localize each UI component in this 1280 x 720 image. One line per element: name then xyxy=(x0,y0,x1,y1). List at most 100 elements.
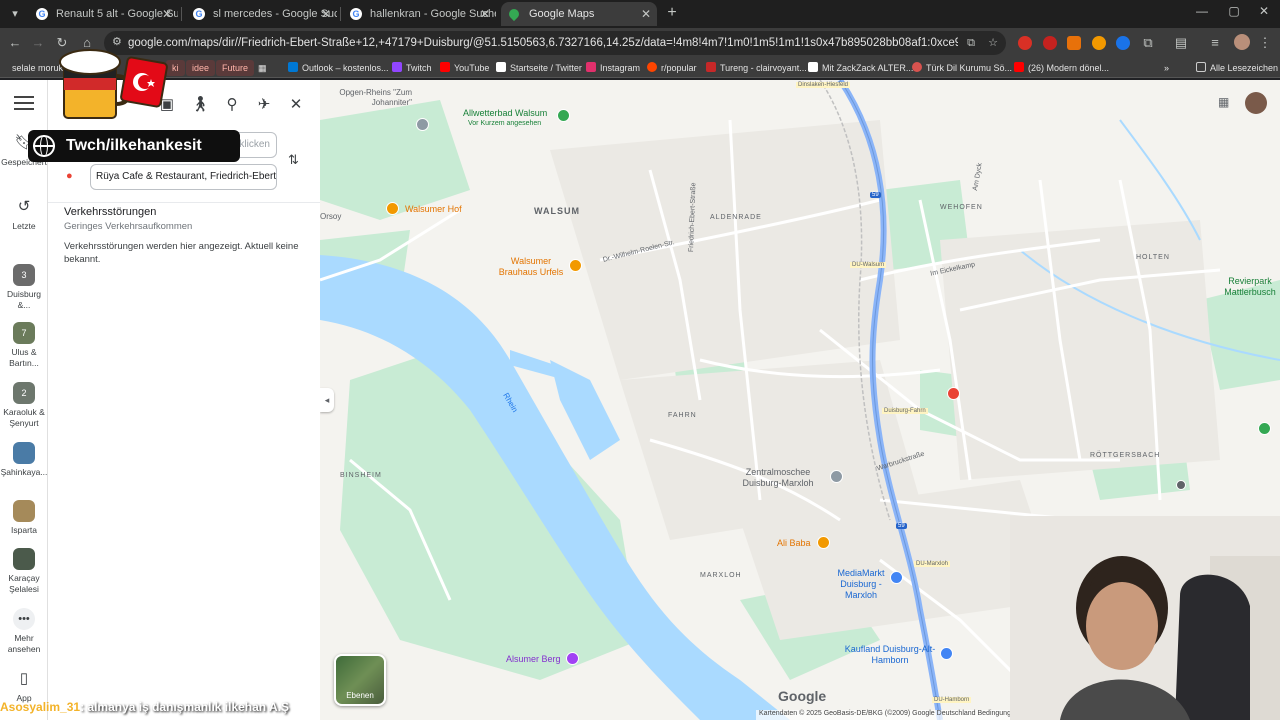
directions-panel: ▣ 🚶︎ ⚲ ✈ ✕ ...klicken ● Rüya Cafe & Rest… xyxy=(48,80,320,720)
poi-label: Walsumer Hof xyxy=(405,204,462,214)
swap-route-icon[interactable]: ⇅ xyxy=(288,152,299,168)
address-bar[interactable]: ⚙ google.com/maps/dir//Friedrich-Ebert-S… xyxy=(104,31,1006,55)
transit-poi-icon[interactable] xyxy=(1176,480,1186,490)
close-icon[interactable]: ✕ xyxy=(480,2,490,26)
more-bookmarks-icon[interactable]: » xyxy=(1164,60,1169,76)
bookmark-folder[interactable]: Future xyxy=(216,60,255,76)
extension-icon[interactable] xyxy=(1018,36,1032,50)
apps-grid-icon[interactable]: ▦ xyxy=(258,60,267,76)
close-icon[interactable]: ✕ xyxy=(162,2,172,26)
walking-icon[interactable]: 🚶︎ xyxy=(189,94,211,116)
all-bookmarks[interactable]: Alle Lesezeichen xyxy=(1196,60,1278,76)
traffic-subtitle: Geringes Verkehrsaufkommen xyxy=(64,221,193,232)
layers-label: Ebenen xyxy=(346,691,374,700)
forward-icon[interactable]: → xyxy=(29,34,47,52)
bookmark-folder[interactable]: selale moruk xyxy=(12,60,63,76)
bookmark-label: Mit ZackZack ALTER... xyxy=(822,63,914,73)
bookmark-youtube[interactable]: YouTube xyxy=(440,60,489,76)
bookmark-twitch[interactable]: Twitch xyxy=(392,60,432,76)
close-window-icon[interactable]: ✕ xyxy=(1252,4,1276,18)
tab-title: Renault 5 alt - Google Suche xyxy=(56,8,178,20)
rail-recent[interactable]: ↺ Letzte xyxy=(0,196,48,232)
poi-label: Zentralmoschee Duisburg-Marxloh xyxy=(742,467,814,488)
more-menu-icon[interactable]: ⋮ xyxy=(1256,34,1274,52)
shopping-poi-icon[interactable] xyxy=(940,647,953,660)
bookmark-instagram[interactable]: Instagram xyxy=(586,60,640,76)
extension-icon[interactable] xyxy=(1067,36,1081,50)
phone-icon: ▯ xyxy=(19,670,29,687)
collapse-panel-button[interactable]: ◂ xyxy=(320,388,334,412)
restaurant-poi-icon[interactable] xyxy=(386,202,399,215)
browser-window: ▾ Renault 5 alt - Google Suche ✕ sl merc… xyxy=(0,0,1280,720)
recent-place[interactable]: Karaçay Şelalesi xyxy=(0,548,48,595)
bookmark-tureng[interactable]: Tureng - clairvoyant... xyxy=(706,60,807,76)
bookmark-reddit[interactable]: r/popular xyxy=(647,60,697,76)
bookmarks-bar: selale moruk ki idee Future ▦ Outlook – … xyxy=(0,58,1280,78)
youtube-icon xyxy=(1014,62,1024,72)
poi-label: MediaMarkt Duisburg - Marxloh xyxy=(837,568,885,600)
profile-avatar[interactable] xyxy=(1234,34,1250,50)
extensions-puzzle-icon[interactable]: ⧉ xyxy=(1139,34,1157,52)
destination-input[interactable]: Rüya Cafe & Restaurant, Friedrich-Ebert- xyxy=(90,164,277,190)
globe-icon xyxy=(33,135,55,157)
tab-google-maps[interactable]: Google Maps ✕ xyxy=(501,2,657,26)
close-icon[interactable]: ✕ xyxy=(321,2,331,26)
bookmark-outlook[interactable]: Outlook – kostenlos... xyxy=(288,60,389,76)
chat-message: Asosyalim_31: almanya iş danışmanlık ilk… xyxy=(0,698,289,716)
bookmark-zackzack[interactable]: Mit ZackZack ALTER... xyxy=(808,60,913,76)
recent-place[interactable]: Şahinkaya... xyxy=(0,442,48,478)
place-thumbnail xyxy=(13,500,35,522)
bookmark-youtube-video[interactable]: (26) Modern dönel... xyxy=(1014,60,1109,76)
tab-renault[interactable]: Renault 5 alt - Google Suche ✕ xyxy=(28,2,178,26)
tab-mercedes[interactable]: sl mercedes - Google Suche ✕ xyxy=(185,2,337,26)
bookmark-twitter[interactable]: Startseite / Twitter xyxy=(496,60,582,76)
bicycle-icon[interactable]: ⚲ xyxy=(221,94,243,116)
close-directions-icon[interactable]: ✕ xyxy=(285,94,307,116)
side-panel-icon[interactable]: ▤ xyxy=(1172,34,1190,52)
hospital-poi-icon[interactable] xyxy=(947,387,960,400)
map-attribution[interactable]: Kartendaten © 2025 GeoBasis-DE/BKG (©200… xyxy=(756,710,1014,720)
extension-icon[interactable] xyxy=(1092,36,1106,50)
back-icon[interactable]: ← xyxy=(6,34,24,52)
bookmark-star-icon[interactable]: ☆ xyxy=(986,36,1000,50)
install-icon[interactable]: ⧉ xyxy=(964,36,978,50)
park-poi-icon[interactable] xyxy=(1258,422,1271,435)
recent-place[interactable]: 7 Ulus & Bartın... xyxy=(0,322,48,369)
media-icon[interactable]: ≡ xyxy=(1206,34,1224,52)
tab-search-icon[interactable]: ▾ xyxy=(6,5,24,23)
close-icon[interactable]: ✕ xyxy=(641,2,651,26)
extension-icon[interactable] xyxy=(1116,36,1130,50)
minimize-icon[interactable]: — xyxy=(1190,4,1214,18)
hamburger-menu-icon[interactable] xyxy=(14,96,34,110)
road-exit-label: DU-Walsum xyxy=(850,262,887,268)
bookmark-label: Türk Dil Kurumu Sö... xyxy=(926,63,1013,73)
new-tab-button[interactable]: + xyxy=(662,4,682,22)
landmark-poi-icon[interactable] xyxy=(566,652,579,665)
swimming-poi-icon[interactable] xyxy=(557,109,570,122)
poi-label: Alsumer Berg xyxy=(506,654,561,664)
chat-username: Asosyalim_31 xyxy=(0,700,81,714)
mosque-poi-icon[interactable] xyxy=(830,470,843,483)
zackzack-icon xyxy=(808,62,818,72)
bookmark-tdk[interactable]: Türk Dil Kurumu Sö... xyxy=(912,60,1012,76)
tab-strip: ▾ Renault 5 alt - Google Suche ✕ sl merc… xyxy=(0,0,1280,28)
rail-more[interactable]: ••• Mehr ansehen xyxy=(0,608,48,655)
layers-button[interactable]: Ebenen xyxy=(334,654,386,706)
google-apps-icon[interactable]: ▦ xyxy=(1218,96,1230,108)
recent-place[interactable]: 3 Duisburg &... xyxy=(0,264,48,311)
flight-icon[interactable]: ✈ xyxy=(253,94,275,116)
more-icon: ••• xyxy=(13,608,35,630)
restaurant-poi-icon[interactable] xyxy=(817,536,830,549)
restore-icon[interactable]: ▢ xyxy=(1222,4,1246,18)
poi-label: Allwetterbad Walsum xyxy=(463,108,548,118)
bookmark-folder[interactable]: idee xyxy=(186,60,216,76)
url-text: google.com/maps/dir//Friedrich-Ebert-Str… xyxy=(128,37,958,49)
recent-place[interactable]: Isparta xyxy=(0,500,48,536)
area-label: FAHRN xyxy=(668,412,697,419)
extension-icon[interactable] xyxy=(1043,36,1057,50)
landmark-poi-icon[interactable] xyxy=(416,118,429,131)
tab-hallenkran[interactable]: hallenkran - Google Suche ✕ xyxy=(342,2,496,26)
account-avatar[interactable] xyxy=(1245,92,1267,114)
recent-place[interactable]: 2 Karaoluk & Şenyurt xyxy=(0,382,48,429)
restaurant-poi-icon[interactable] xyxy=(569,259,582,272)
